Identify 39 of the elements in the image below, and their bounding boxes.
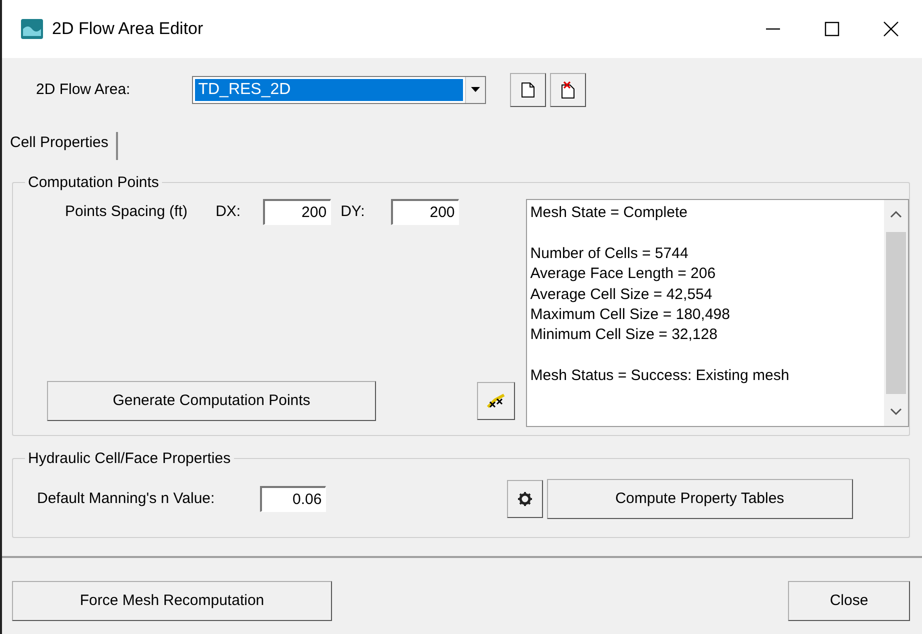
field-label: Default Manning's n Value: [37,488,215,509]
mannings-input[interactable]: 0.06 [260,486,326,512]
delete-page-icon [560,81,576,99]
close-icon [882,20,900,38]
close-dialog-button[interactable]: Close [788,581,910,621]
info-line: Minimum Cell Size = 32,128 [530,325,718,346]
scrollbar-thumb[interactable] [886,232,906,394]
minimize-icon [766,28,780,30]
force-recompute-button[interactable]: Force Mesh Recomputation [12,581,332,621]
dx-input[interactable]: 200 [262,199,331,225]
info-line: Average Cell Size = 42,554 [530,284,714,305]
compute-button[interactable]: Compute Property Tables [546,479,853,519]
scroll-up-icon[interactable] [890,210,902,218]
field-label: 2D Flow Area: [36,80,130,100]
new-button[interactable] [510,73,546,107]
window-title: 2D Flow Area Editor [52,18,204,40]
scrollbar[interactable] [884,200,908,426]
info-line: Number of Cells = 5744 [530,244,690,264]
dy-input[interactable]: 200 [390,199,459,225]
scroll-down-icon[interactable] [890,408,902,416]
app-icon [20,17,44,41]
page-icon [521,82,536,98]
settings-icon [518,492,532,506]
dropdown-arrow-icon [471,87,480,93]
maximize-icon [823,20,841,38]
settings-button[interactable] [506,480,543,518]
points-tool-icon [486,393,506,409]
tab[interactable]: Cell Properties [8,132,118,160]
field-label: Points Spacing (ft) [65,202,188,222]
delete-button[interactable] [550,73,586,107]
field-label: DX: [216,202,241,222]
edit-points-button[interactable] [477,382,515,420]
generate-button[interactable]: Generate Computation Points [47,381,376,421]
info-line: Average Face Length = 206 [530,264,717,284]
info-line: Maximum Cell Size = 180,498 [530,305,731,326]
info-line: Mesh Status = Success: Existing mesh [530,366,790,386]
flow-area-dropdown[interactable]: TD_RES_2D [192,76,486,104]
info-line: Mesh State = Complete [530,203,688,223]
field-label: DY: [340,202,365,222]
